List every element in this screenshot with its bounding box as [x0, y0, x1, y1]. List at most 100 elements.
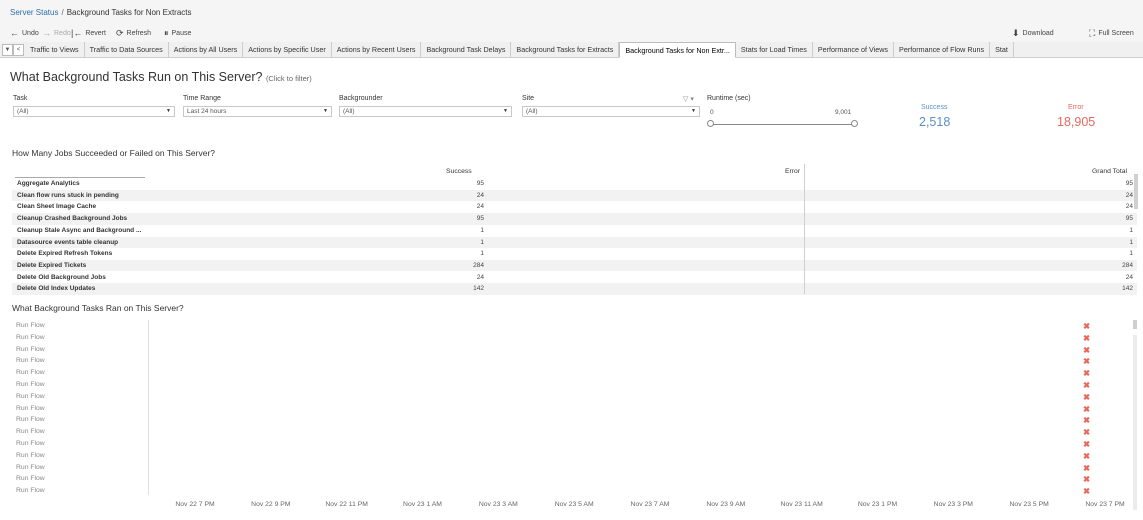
task-filter-select[interactable]: (All) ▼ [13, 106, 175, 117]
error-mark-icon[interactable]: ✖ [1083, 427, 1090, 438]
error-mark-icon[interactable]: ✖ [1083, 333, 1090, 344]
table-scrollbar[interactable] [1134, 174, 1138, 209]
error-mark-icon[interactable]: ✖ [1083, 415, 1090, 426]
row-task-name: Delete Old Index Updates [17, 285, 96, 293]
row-grand-total: 24 [1125, 203, 1133, 211]
chart-scrollbar-track[interactable] [1133, 335, 1137, 510]
error-mark-icon[interactable]: ✖ [1083, 404, 1090, 415]
runtime-min-value: 0 [710, 109, 714, 116]
runtime-slider-track[interactable] [710, 124, 855, 125]
error-kpi-value[interactable]: 18,905 [1057, 115, 1095, 129]
tab-item[interactable]: Actions by Recent Users [332, 42, 422, 58]
error-mark-icon[interactable]: ✖ [1083, 463, 1090, 474]
tab-menu-button[interactable]: ▼ [2, 44, 13, 56]
refresh-label: Refresh [126, 30, 152, 37]
x-axis-tick-label: Nov 23 7 PM [1085, 501, 1125, 508]
revert-button[interactable]: |← Revert [71, 28, 106, 38]
row-task-name: Delete Old Background Jobs [17, 273, 106, 281]
download-label: Download [1022, 30, 1054, 37]
breadcrumb-root-link[interactable]: Server Status [10, 8, 58, 17]
error-kpi-label: Error [1068, 104, 1084, 111]
refresh-icon: ⟳ [116, 28, 124, 38]
chart-scrollbar-thumb[interactable] [1133, 320, 1137, 329]
fullscreen-button[interactable]: ⛶ Full Screen [1089, 28, 1134, 39]
table-row[interactable]: Clean Sheet Image Cache 24 24 [12, 201, 1137, 213]
tab-item[interactable]: Actions by Specific User [243, 42, 332, 58]
error-mark-icon[interactable]: ✖ [1083, 368, 1090, 379]
x-axis-tick-label: Nov 23 7 AM [630, 501, 670, 508]
row-grand-total: 284 [1122, 261, 1133, 269]
table-row[interactable]: Cleanup Stale Async and Background ... 1 1 [12, 225, 1137, 237]
tab-scroll-left-button[interactable]: < [13, 44, 24, 56]
site-filter-select[interactable]: (All) ▼ [522, 106, 700, 117]
success-kpi-value[interactable]: 2,518 [919, 115, 950, 129]
dashboard-title: What Background Tasks Run on This Server… [10, 70, 312, 84]
table-row[interactable]: Clean flow runs stuck in pending 24 24 [12, 189, 1137, 202]
error-mark-icon[interactable]: ✖ [1083, 345, 1090, 356]
download-icon: ⬇ [1012, 28, 1020, 38]
tab-item[interactable]: Stat [990, 42, 1014, 58]
row-success-count: 24 [476, 273, 484, 281]
redo-label: Redo [54, 29, 71, 37]
caret-down-icon: ▾ [690, 96, 694, 103]
table-row[interactable]: Aggregate Analytics 95 95 [12, 178, 1137, 190]
table-row[interactable]: Delete Expired Tickets 284 284 [12, 259, 1137, 272]
runtime-max-value: 9,001 [835, 109, 852, 116]
error-mark-icon[interactable]: ✖ [1083, 380, 1090, 391]
x-axis-tick-label: Nov 23 3 AM [478, 501, 518, 508]
redo-button[interactable]: → Redo [42, 28, 71, 38]
error-mark-icon[interactable]: ✖ [1083, 474, 1090, 485]
error-mark-icon[interactable]: ✖ [1083, 451, 1090, 462]
tab-item[interactable]: Background Task Delays [421, 42, 512, 58]
table-row[interactable]: Datasource events table cleanup 1 1 [12, 236, 1137, 248]
row-task-name: Clean Sheet Image Cache [17, 203, 97, 211]
table-row[interactable]: Delete Expired Refresh Tokens 1 1 [12, 248, 1137, 260]
site-filter-options[interactable]: ▽ ▾ [683, 95, 694, 103]
error-mark-icon[interactable]: ✖ [1083, 356, 1090, 367]
refresh-button[interactable]: ⟳ Refresh [116, 28, 151, 39]
column-header-error: Error [785, 168, 801, 175]
column-divider [804, 164, 805, 294]
tab-item[interactable]: Traffic to Views [25, 42, 85, 58]
row-task-name: Delete Expired Refresh Tokens [17, 250, 113, 258]
backgrounder-filter-select[interactable]: (All) ▼ [339, 106, 512, 117]
tab-item[interactable]: Performance of Views [813, 42, 895, 58]
breadcrumb-current: Background Tasks for Non Extracts [66, 8, 192, 17]
table-row[interactable]: Delete Old Background Jobs 24 24 [12, 272, 1137, 284]
tab-item[interactable]: Performance of Flow Runs [894, 42, 991, 58]
success-kpi-label: Success [921, 104, 948, 111]
runtime-slider-min-handle[interactable] [707, 120, 714, 127]
chevron-down-icon: ▼ [323, 108, 328, 114]
error-mark-icon[interactable]: ✖ [1083, 486, 1090, 497]
error-mark-icon[interactable]: ✖ [1083, 439, 1090, 450]
tab-item[interactable]: Traffic to Data Sources [85, 42, 169, 58]
x-axis-tick-label: Nov 22 7 PM [175, 501, 215, 508]
tab-item[interactable]: Background Tasks for Non Extr... [619, 42, 736, 58]
chart-axis-line [148, 320, 149, 495]
tab-item[interactable]: Background Tasks for Extracts [511, 42, 620, 58]
error-mark-icon[interactable]: ✖ [1083, 392, 1090, 403]
row-grand-total: 1 [1129, 250, 1133, 258]
table-row[interactable]: Cleanup Crashed Background Jobs 95 95 [12, 213, 1137, 225]
error-mark-icon[interactable]: ✖ [1083, 321, 1090, 332]
column-header-grand-total: Grand Total [1092, 168, 1128, 175]
row-success-count: 95 [476, 180, 484, 187]
jobs-table-title: How Many Jobs Succeeded or Failed on Thi… [12, 148, 215, 158]
undo-button[interactable]: ← Undo [10, 28, 39, 38]
time-range-filter-label: Time Range [183, 95, 221, 102]
x-axis-tick-label: Nov 23 1 AM [403, 501, 442, 508]
chart-row-label: Run Flow [16, 404, 45, 412]
download-button[interactable]: ⬇ Download [1012, 28, 1054, 39]
row-grand-total: 1 [1129, 226, 1133, 234]
fullscreen-label: Full Screen [1098, 30, 1134, 37]
row-grand-total: 24 [1125, 191, 1133, 199]
table-row[interactable]: Delete Old Index Updates 142 142 [12, 283, 1137, 295]
tab-list: Traffic to Views Traffic to Data Sources A… [25, 42, 1014, 58]
tab-item[interactable]: Actions by All Users [169, 42, 244, 58]
x-axis-tick-label: Nov 23 5 AM [554, 501, 594, 508]
time-range-filter-select[interactable]: Last 24 hours ▼ [183, 106, 332, 117]
runtime-slider-max-handle[interactable] [851, 120, 858, 127]
row-success-count: 24 [476, 203, 484, 211]
tab-item[interactable]: Stats for Load Times [736, 42, 813, 58]
pause-button[interactable]: ⏸ Pause [164, 28, 191, 39]
